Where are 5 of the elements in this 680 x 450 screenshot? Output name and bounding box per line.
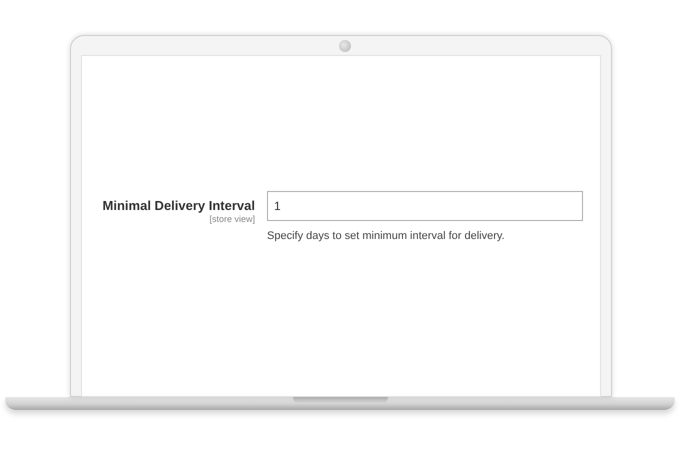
scope-label: [store view] [209, 214, 255, 225]
hint-text: Specify days to set minimum interval for delivery. [267, 229, 506, 244]
input-field[interactable]: 1 [267, 191, 583, 221]
field-label: Minimal Delivery Interval [102, 198, 255, 214]
camera-icon [339, 40, 351, 52]
